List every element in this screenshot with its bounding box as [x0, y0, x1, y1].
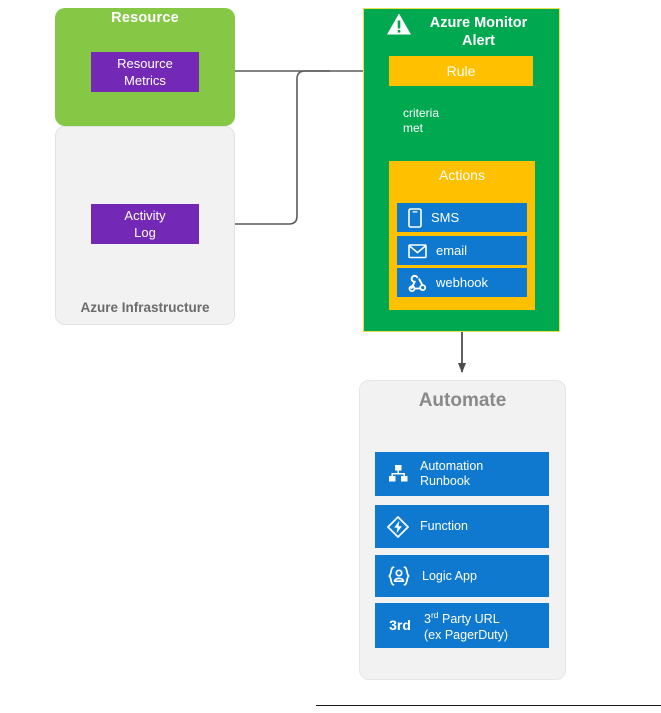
- criteria-met-line2: met: [403, 121, 424, 135]
- automate-item-function-label: Function: [420, 519, 468, 533]
- lightning-bolt-icon: [387, 515, 409, 538]
- envelope-icon: [408, 243, 427, 259]
- action-item-sms-label: SMS: [431, 210, 460, 225]
- action-item-email-label: email: [436, 243, 468, 258]
- activity-log-node[interactable]: Activity Log: [91, 204, 199, 244]
- azure-monitor-alert-header: Azure Monitor Alert: [372, 12, 552, 58]
- activity-log-label-line2: Log: [134, 225, 156, 240]
- actions-group-title: Actions: [439, 167, 485, 183]
- action-item-email[interactable]: email: [397, 236, 527, 265]
- automate-item-third-party-url[interactable]: 3rd 3rd Party URL (ex PagerDuty): [375, 603, 549, 648]
- rule-label: Rule: [446, 63, 476, 79]
- resource-metrics-node[interactable]: Resource Metrics: [91, 52, 199, 92]
- automate-item-automation-runbook[interactable]: Automation Runbook: [375, 452, 549, 496]
- hierarchy-icon: [387, 463, 409, 485]
- automate-item-third-party-url-line1: 3rd Party URL: [424, 610, 500, 627]
- automate-item-logic-app-label: Logic App: [422, 568, 477, 583]
- resource-group-title: Resource: [111, 10, 179, 26]
- bottom-divider: [316, 705, 661, 706]
- activity-log-label-line1: Activity: [124, 208, 166, 223]
- resource-metrics-label-line1: Resource: [117, 56, 173, 71]
- automate-item-automation-runbook-line1: Automation: [420, 459, 484, 473]
- phone-icon: [408, 207, 422, 228]
- webhook-icon: [408, 274, 427, 292]
- automate-group-title: Automate: [418, 390, 507, 411]
- action-item-webhook[interactable]: webhook: [397, 268, 527, 297]
- action-item-sms[interactable]: SMS: [397, 203, 527, 232]
- criteria-met-line1: criteria: [403, 106, 440, 120]
- automate-item-function[interactable]: Function: [375, 505, 549, 548]
- rule-node[interactable]: Rule: [389, 56, 533, 86]
- logic-app-icon: [387, 565, 411, 587]
- automate-item-logic-app[interactable]: Logic App: [375, 555, 549, 597]
- azure-infrastructure-title: Azure Infrastructure: [80, 300, 210, 315]
- criteria-met-label: criteria met: [403, 106, 451, 136]
- azure-monitor-alert-title: Azure Monitor Alert: [429, 15, 528, 49]
- third-party-badge-icon: 3rd: [389, 617, 411, 633]
- action-item-webhook-label: webhook: [436, 275, 489, 290]
- automate-item-automation-runbook-line2: Runbook: [420, 474, 471, 488]
- automate-item-third-party-url-line2: (ex PagerDuty): [424, 627, 509, 642]
- warning-triangle-icon: [386, 12, 412, 36]
- resource-metrics-label-line2: Metrics: [124, 73, 166, 88]
